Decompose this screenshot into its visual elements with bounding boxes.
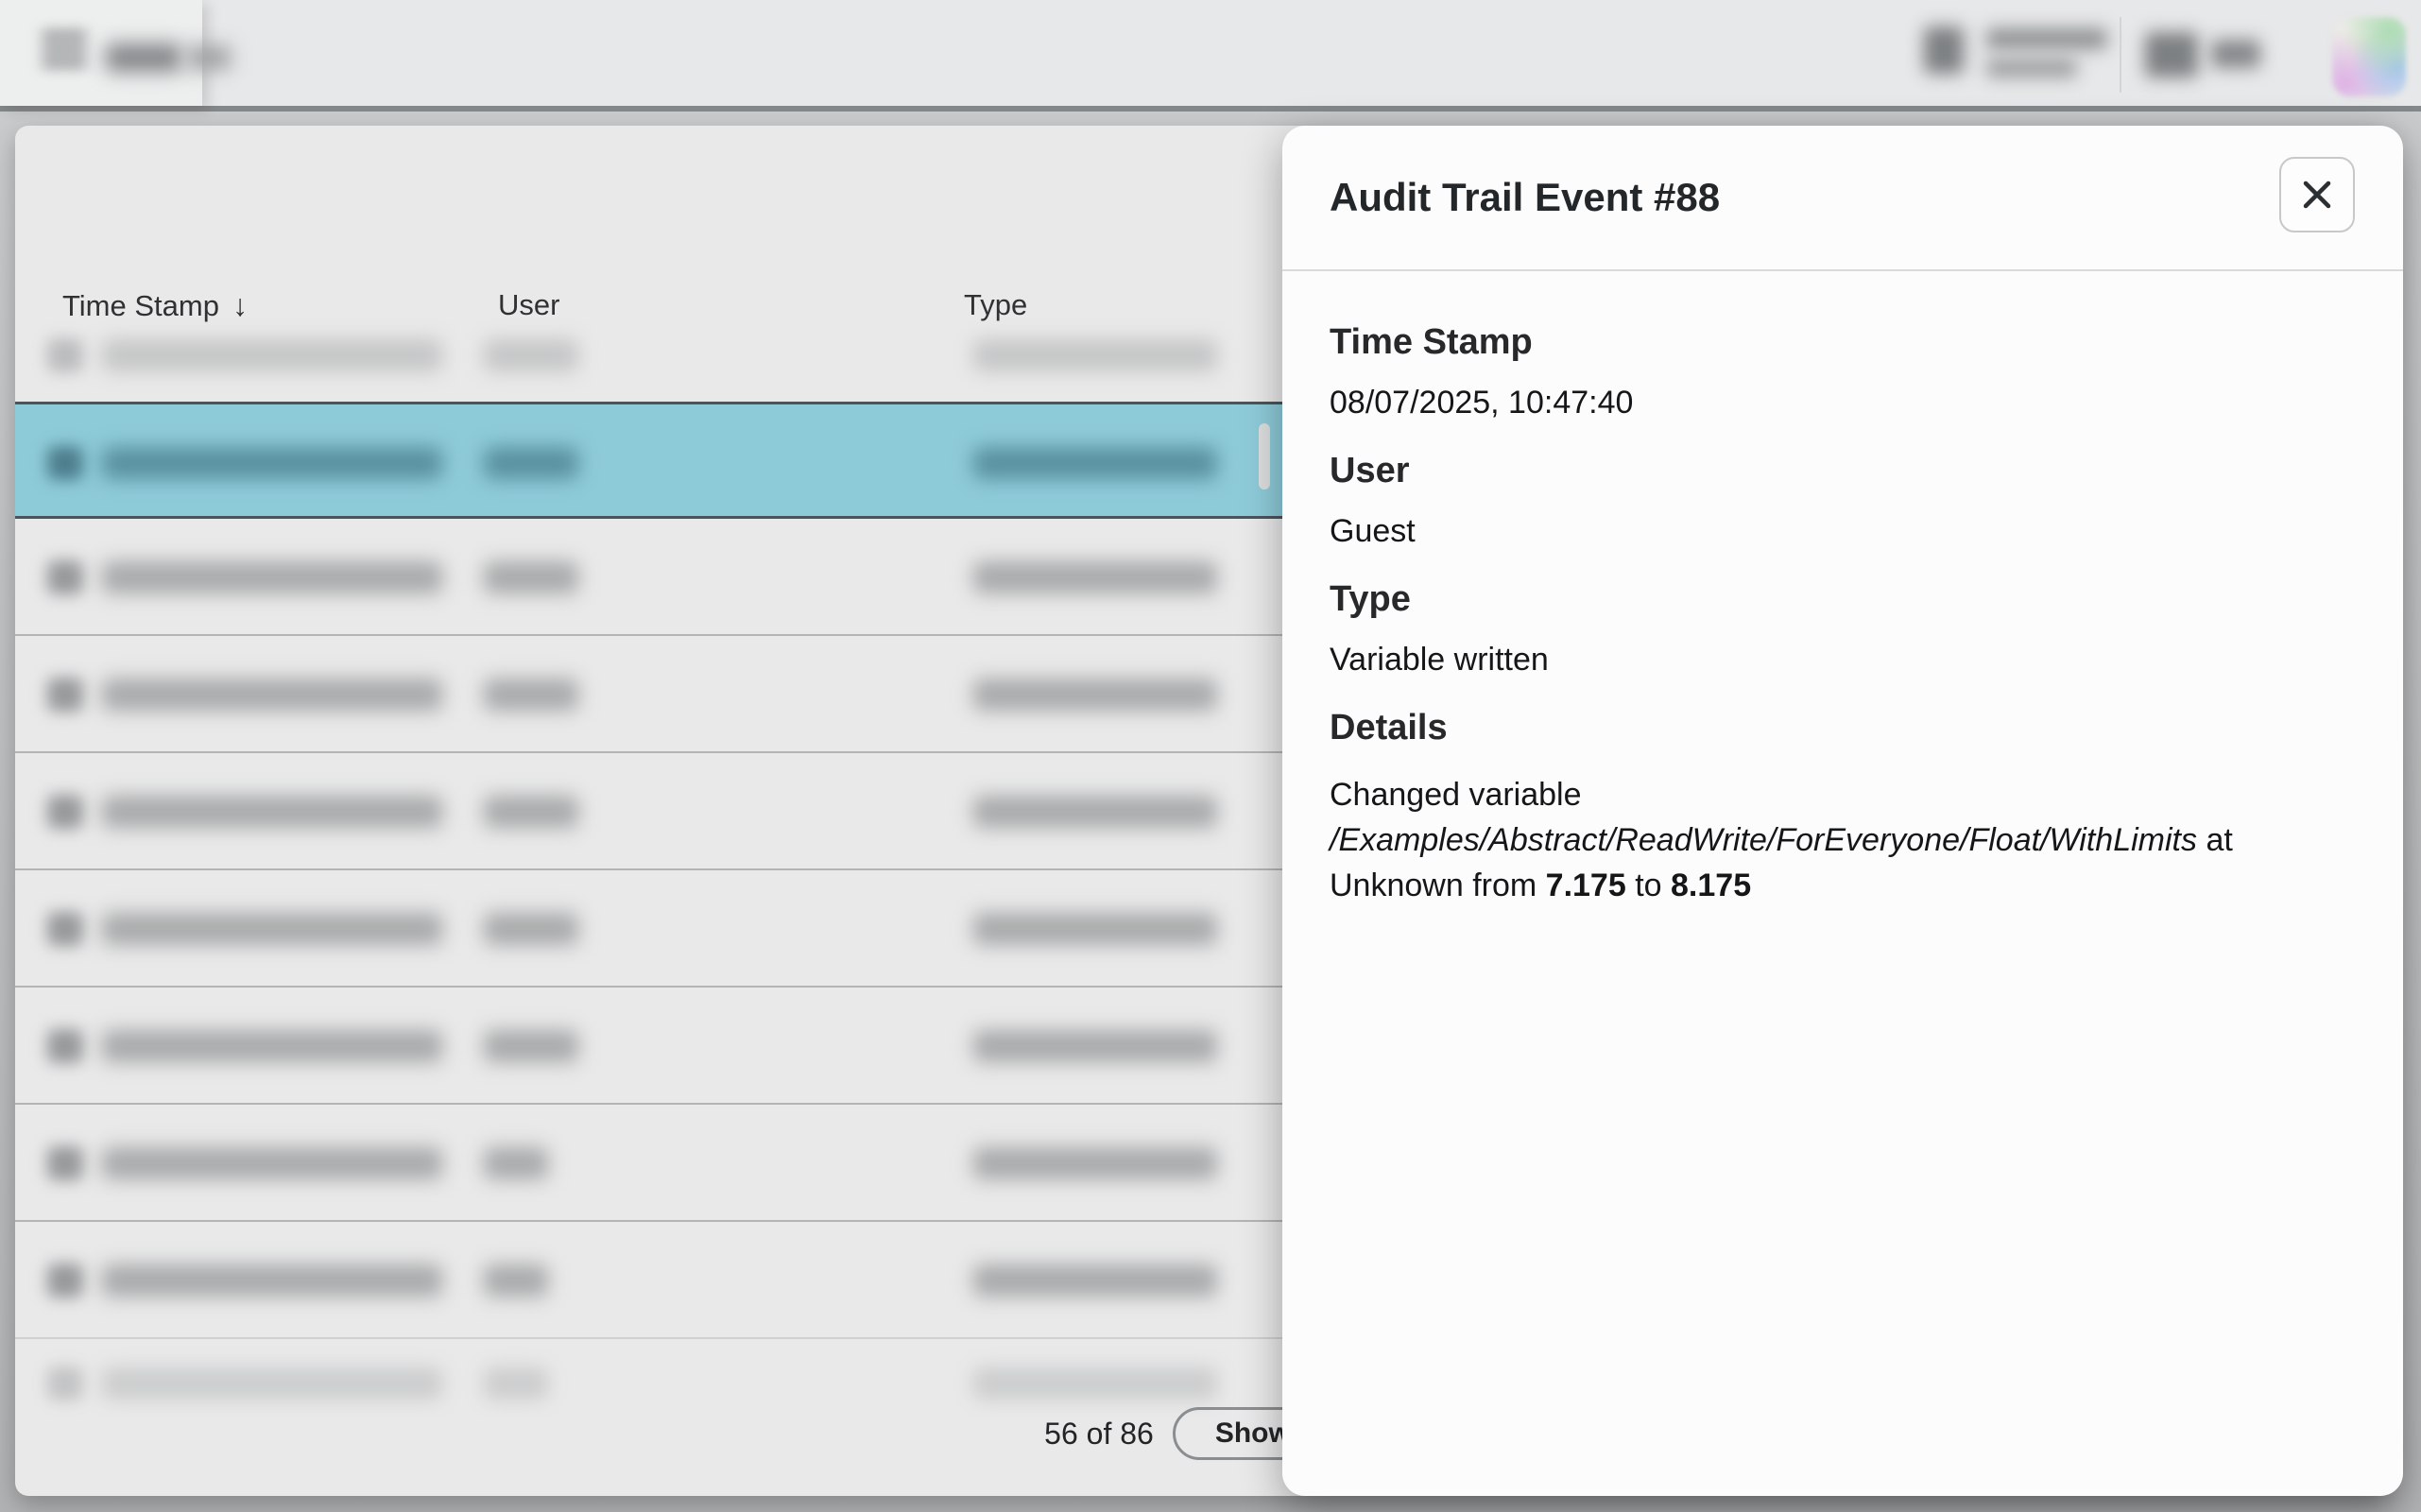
- row-icon-redacted: [47, 338, 83, 372]
- row-icon-redacted: [47, 1029, 83, 1063]
- close-icon: [2298, 176, 2336, 214]
- user-avatar[interactable]: [2332, 17, 2406, 96]
- timestamp-redacted: [102, 1030, 442, 1062]
- type-redacted: [973, 796, 1217, 828]
- field-label-details: Details: [1330, 710, 2356, 746]
- column-header-type[interactable]: Type: [964, 288, 1027, 322]
- timestamp-redacted: [102, 339, 442, 371]
- sort-desc-icon: ↓: [232, 288, 248, 323]
- column-label: User: [498, 288, 559, 321]
- column-header-user[interactable]: User: [498, 288, 559, 322]
- panel-header: Audit Trail Event #88: [1282, 126, 2403, 271]
- row-icon-redacted: [47, 912, 83, 946]
- field-label-time-stamp: Time Stamp: [1330, 324, 2356, 360]
- row-icon-redacted: [47, 795, 83, 829]
- timestamp-redacted: [102, 561, 442, 593]
- type-redacted: [973, 561, 1217, 593]
- user-redacted: [484, 796, 578, 828]
- timestamp-redacted: [102, 679, 442, 711]
- user-redacted: [484, 339, 578, 371]
- field-value-time-stamp: 08/07/2025, 10:47:40: [1330, 387, 2356, 419]
- user-redacted: [484, 561, 578, 593]
- type-redacted: [973, 339, 1217, 371]
- language-selector-redacted[interactable]: [2211, 40, 2260, 68]
- top-app-bar: [0, 0, 2421, 112]
- user-redacted: [484, 913, 578, 945]
- type-redacted: [973, 913, 1217, 945]
- column-label: Time Stamp: [62, 289, 219, 322]
- timestamp-redacted: [102, 1147, 442, 1179]
- app-logo-redacted: [187, 45, 231, 70]
- hamburger-menu-icon[interactable]: [42, 32, 91, 79]
- type-redacted: [973, 1264, 1217, 1297]
- active-app-tab[interactable]: [0, 0, 202, 106]
- from-value: 7.175: [1546, 868, 1626, 903]
- row-icon-redacted: [47, 1263, 83, 1297]
- chat-bubble-icon[interactable]: [2145, 32, 2198, 77]
- table-scrollbar-thumb[interactable]: [1259, 423, 1270, 490]
- user-redacted: [484, 447, 578, 479]
- row-icon-redacted: [47, 560, 83, 594]
- field-label-user: User: [1330, 453, 2356, 489]
- topbar-divider: [2120, 17, 2121, 93]
- type-redacted: [973, 1367, 1217, 1400]
- close-button[interactable]: [2279, 157, 2355, 232]
- row-icon-redacted: [47, 678, 83, 712]
- audit-event-detail-panel: Audit Trail Event #88 Time Stamp 08/07/2…: [1282, 126, 2403, 1496]
- type-redacted: [973, 1147, 1217, 1179]
- type-redacted: [973, 1030, 1217, 1062]
- user-redacted: [484, 1030, 578, 1062]
- app-logo-redacted: [106, 43, 181, 72]
- person-icon[interactable]: [1924, 26, 1964, 74]
- timestamp-redacted: [102, 1264, 442, 1297]
- field-value-user: Guest: [1330, 515, 2356, 547]
- column-label: Type: [964, 288, 1027, 321]
- user-redacted: [484, 1367, 548, 1400]
- timestamp-redacted: [102, 796, 442, 828]
- details-line-3: Unknown from 7.175 to 8.175: [1330, 863, 2356, 908]
- to-value: 8.175: [1671, 868, 1751, 903]
- timestamp-redacted: [102, 447, 442, 479]
- user-info-redacted: [1986, 59, 2077, 77]
- row-count-label: 56 of 86: [1044, 1417, 1154, 1452]
- user-redacted: [484, 679, 578, 711]
- variable-path: /Examples/Abstract/ReadWrite/ForEveryone…: [1330, 822, 2197, 858]
- timestamp-redacted: [102, 1367, 442, 1400]
- user-redacted: [484, 1264, 548, 1297]
- panel-body: Time Stamp 08/07/2025, 10:47:40 User Gue…: [1282, 271, 2403, 908]
- field-label-type: Type: [1330, 581, 2356, 617]
- row-icon-redacted: [47, 1366, 83, 1400]
- show-button-label: Show: [1215, 1418, 1291, 1450]
- row-icon-redacted: [47, 446, 83, 480]
- panel-title: Audit Trail Event #88: [1330, 175, 1720, 220]
- details-text: Changed variable /Examples/Abstract/Read…: [1330, 772, 2356, 908]
- type-redacted: [973, 447, 1217, 479]
- type-redacted: [973, 679, 1217, 711]
- field-value-type: Variable written: [1330, 644, 2356, 676]
- details-line-1: Changed variable: [1330, 772, 2356, 817]
- details-line-2: /Examples/Abstract/ReadWrite/ForEveryone…: [1330, 817, 2356, 863]
- user-redacted: [484, 1147, 548, 1179]
- user-info-redacted: [1986, 28, 2107, 49]
- column-header-time-stamp[interactable]: Time Stamp ↓: [62, 288, 248, 323]
- timestamp-redacted: [102, 913, 442, 945]
- row-icon-redacted: [47, 1146, 83, 1180]
